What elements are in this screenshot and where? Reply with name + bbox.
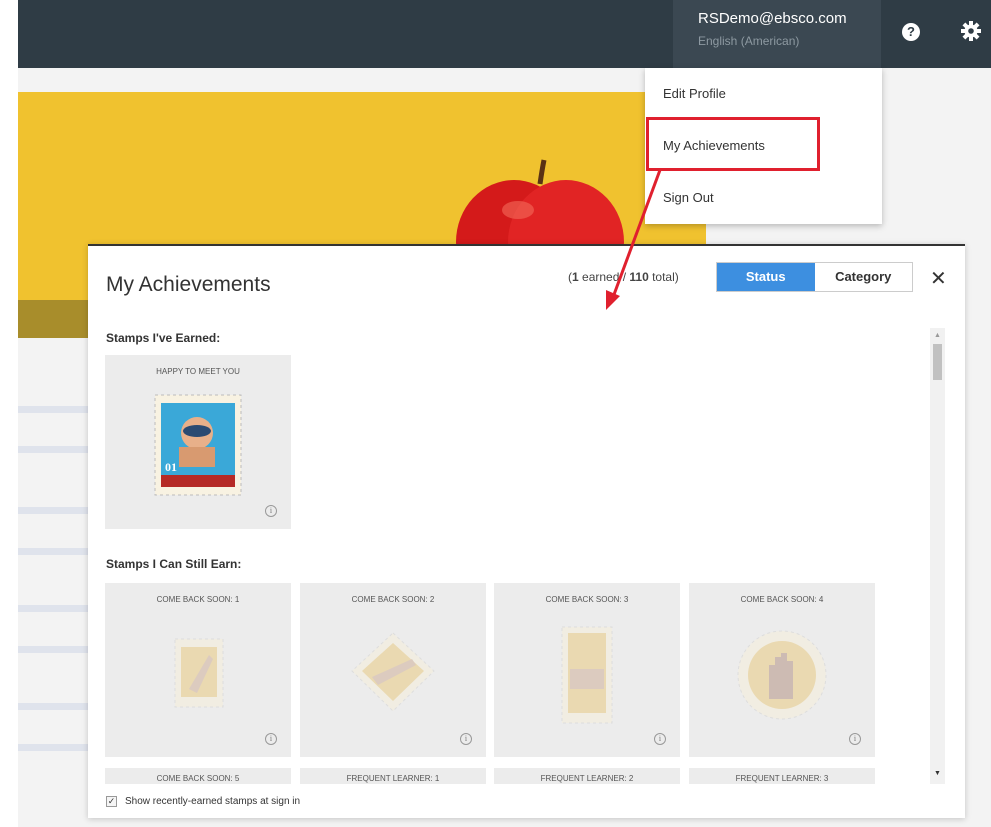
- tab-status[interactable]: Status: [717, 263, 815, 291]
- help-icon[interactable]: ?: [902, 23, 920, 41]
- stamp-card[interactable]: COME BACK SOON: 3 i: [494, 583, 680, 757]
- stamp-card[interactable]: COME BACK SOON: 5: [105, 768, 291, 784]
- stamp-card[interactable]: FREQUENT LEARNER: 3: [689, 768, 875, 784]
- user-menu-button[interactable]: RSDemo@ebsco.com English (American): [673, 0, 881, 68]
- stamp-card[interactable]: COME BACK SOON: 2 i: [300, 583, 486, 757]
- stamp-card-earned[interactable]: HAPPY TO MEET YOU 01 i: [105, 355, 291, 529]
- info-icon[interactable]: i: [265, 505, 277, 517]
- stamp-title: HAPPY TO MEET YOU: [156, 367, 240, 376]
- scroll-down-arrow-icon[interactable]: ▼: [934, 770, 941, 777]
- info-icon[interactable]: i: [654, 733, 666, 745]
- svg-text:01: 01: [165, 460, 177, 474]
- can-earn-heading: Stamps I Can Still Earn:: [106, 557, 242, 571]
- stamp-title: FREQUENT LEARNER: 2: [540, 774, 634, 783]
- earned-heading: Stamps I've Earned:: [106, 331, 221, 345]
- stamp-card[interactable]: FREQUENT LEARNER: 1: [300, 768, 486, 784]
- info-icon[interactable]: i: [849, 733, 861, 745]
- stamp-title: COME BACK SOON: 2: [351, 595, 435, 604]
- stamp-title: COME BACK SOON: 3: [545, 595, 629, 604]
- user-email: RSDemo@ebsco.com: [698, 10, 847, 27]
- view-toggle: Status Category: [716, 262, 913, 292]
- scrollbar[interactable]: [930, 328, 945, 784]
- stamp-card[interactable]: FREQUENT LEARNER: 2: [494, 768, 680, 784]
- show-stamps-label: Show recently-earned stamps at sign in: [125, 796, 301, 807]
- info-icon[interactable]: i: [265, 733, 277, 745]
- highlight-box: [646, 117, 820, 171]
- close-icon[interactable]: ✕: [930, 266, 947, 291]
- stamp-title: FREQUENT LEARNER: 3: [735, 774, 829, 783]
- user-language: English (American): [698, 34, 800, 48]
- footer: ✓ Show recently-earned stamps at sign in: [106, 796, 300, 807]
- earned-count: (1 earned / 110 total): [568, 270, 679, 284]
- stamp-title: FREQUENT LEARNER: 1: [346, 774, 440, 783]
- menu-item-edit-profile[interactable]: Edit Profile: [663, 86, 726, 101]
- hero-band: [18, 300, 88, 338]
- stamp-hand-icon: [174, 638, 224, 708]
- show-stamps-checkbox[interactable]: ✓: [106, 796, 117, 807]
- menu-item-sign-out[interactable]: Sign Out: [663, 190, 714, 205]
- stamp-card[interactable]: COME BACK SOON: 4 i: [689, 583, 875, 757]
- tab-category[interactable]: Category: [814, 263, 912, 291]
- left-edge: [0, 0, 18, 827]
- stamp-hand-icon: [351, 632, 435, 712]
- stamp-hand-icon: [737, 630, 827, 720]
- scrollbar-thumb[interactable]: [933, 344, 942, 380]
- stamp-swimmer-icon: 01: [154, 394, 242, 496]
- stamp-hand-icon: [561, 626, 613, 724]
- stamp-title: COME BACK SOON: 4: [740, 595, 824, 604]
- stamp-title: COME BACK SOON: 5: [156, 774, 240, 783]
- stamp-card[interactable]: COME BACK SOON: 1 i: [105, 583, 291, 757]
- achievements-modal: My Achievements (1 earned / 110 total) S…: [88, 244, 965, 818]
- scroll-up-arrow-icon[interactable]: ▲: [934, 332, 941, 339]
- info-icon[interactable]: i: [460, 733, 472, 745]
- modal-title: My Achievements: [106, 273, 271, 296]
- gear-icon[interactable]: [960, 20, 982, 42]
- stamp-title: COME BACK SOON: 1: [156, 595, 240, 604]
